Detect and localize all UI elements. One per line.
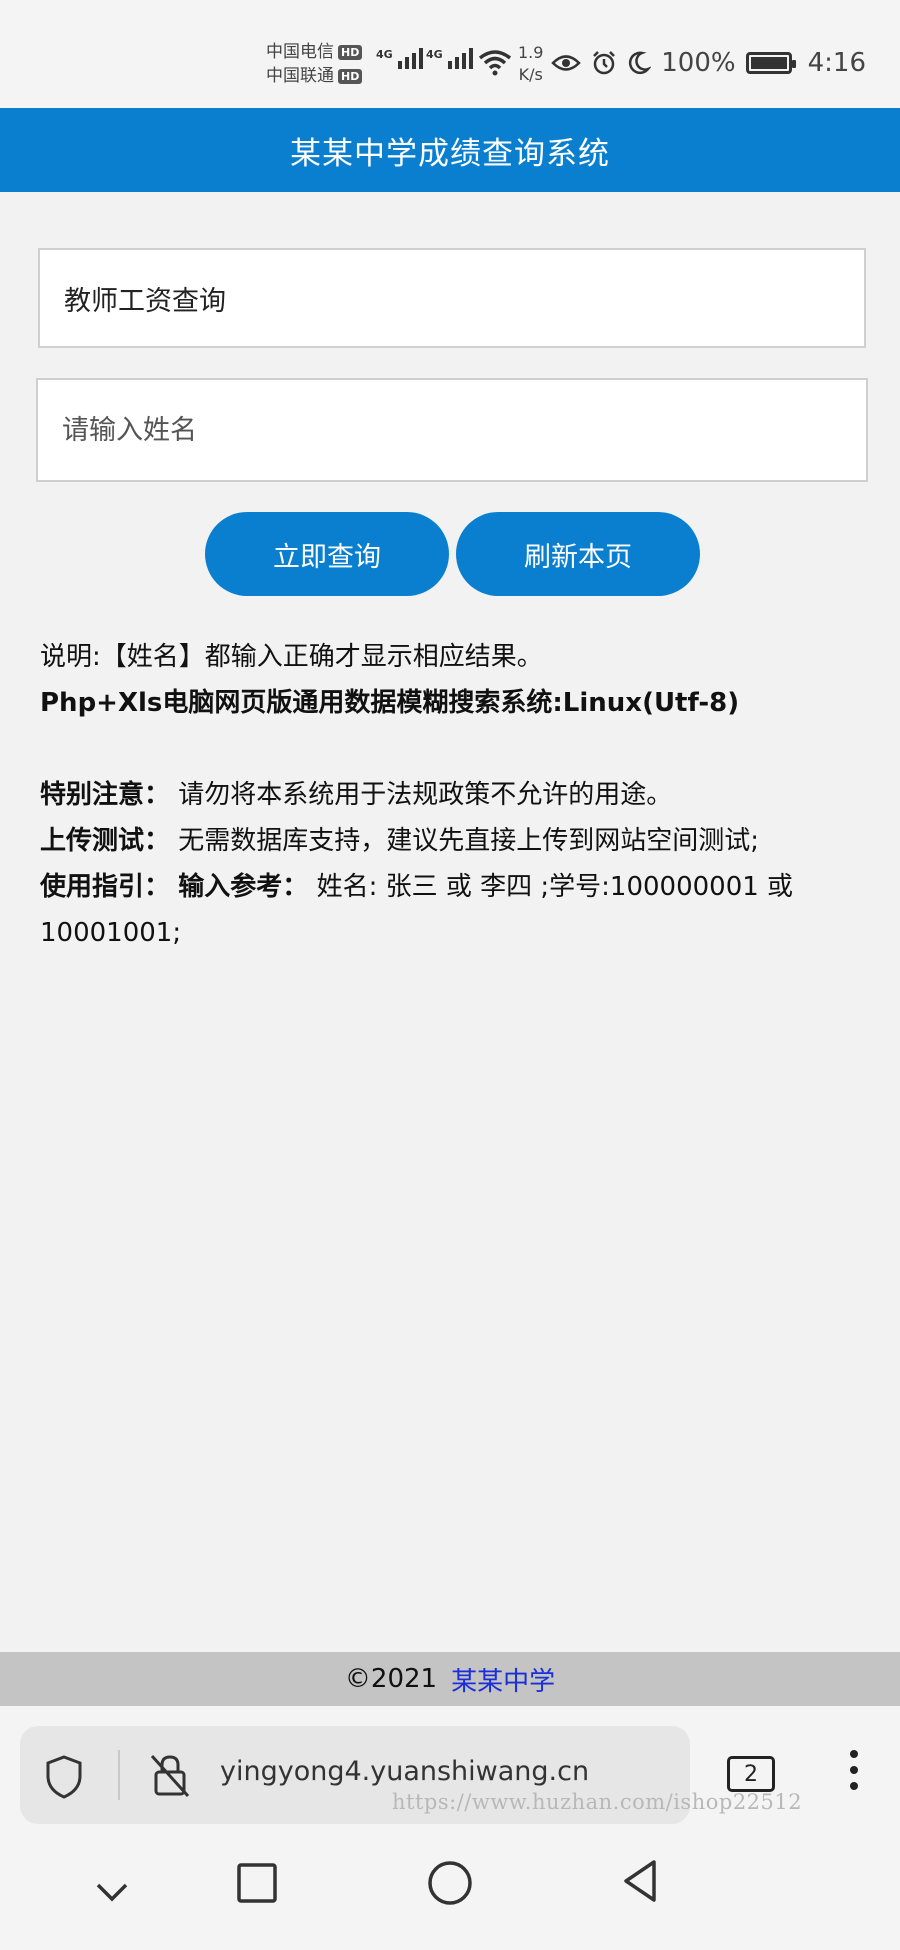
moon-icon (629, 51, 652, 75)
carrier-2: 中国联通 (266, 66, 334, 86)
network-speed: 1.9 K/s (518, 43, 544, 84)
query-button[interactable]: 立即查询 (205, 512, 449, 596)
page-title: 某某中学成绩查询系统 (290, 135, 610, 172)
url-divider (118, 1750, 120, 1800)
tab-switcher-button[interactable]: 2 (727, 1756, 775, 1792)
shield-icon[interactable] (44, 1754, 84, 1800)
signal-icon: 4G (376, 48, 423, 69)
recents-square-icon[interactable] (236, 1862, 278, 1904)
page-footer: ©2021 某某中学 (0, 1652, 900, 1706)
menu-icon[interactable] (850, 1750, 858, 1790)
eye-icon (551, 55, 582, 71)
wifi-icon (478, 50, 512, 76)
carrier-info: 中国电信 HD 中国联通 HD (266, 40, 363, 88)
browser-toolbar: yingyong4.yuanshiwang.cn 2 https://www.h… (0, 1706, 900, 1836)
hd-badge: HD (338, 68, 363, 84)
footer-link[interactable]: 某某中学 (451, 1661, 555, 1698)
home-circle-icon[interactable] (427, 1860, 473, 1906)
battery-percent: 100% (661, 48, 736, 78)
note-line: 说明:【姓名】都输入正确才显示相应结果。 (40, 642, 543, 672)
carrier-1: 中国电信 (266, 42, 334, 62)
watermark: https://www.huzhan.com/ishop22512 (392, 1790, 803, 1814)
status-bar: 中国电信 HD 中国联通 HD 4G 4G 1.9 K/s 100% 4:16 (0, 0, 900, 108)
name-input[interactable] (36, 378, 868, 482)
note-line: Php+Xls电脑网页版通用数据模糊搜索系统:Linux(Utf-8) (40, 688, 740, 718)
note-guide: 使用指引： 输入参考： 姓名: 张三 或 李四 ;学号:100000001 或 … (40, 872, 794, 948)
note-upload: 上传测试： 无需数据库支持，建议先直接上传到网站空间测试; (40, 826, 760, 856)
back-triangle-icon[interactable] (620, 1858, 660, 1904)
system-status: 100% 4:16 (551, 48, 866, 78)
hd-badge: HD (338, 44, 363, 60)
refresh-button[interactable]: 刷新本页 (456, 512, 700, 596)
query-type-select[interactable]: 教师工资查询 (38, 248, 866, 348)
unsecure-lock-icon[interactable] (148, 1752, 192, 1798)
query-type-value: 教师工资查询 (64, 285, 226, 317)
app-header: 某某中学成绩查询系统 (0, 108, 900, 192)
alarm-icon (593, 51, 616, 75)
signal-icon: 4G (426, 48, 473, 69)
battery-icon (745, 52, 796, 74)
chevron-down-icon[interactable] (94, 1880, 130, 1904)
note-notice: 特别注意： 请勿将本系统用于法规政策不允许的用途。 (40, 780, 673, 810)
system-nav-bar (0, 1836, 900, 1950)
instructions: 说明:【姓名】都输入正确才显示相应结果。 Php+Xls电脑网页版通用数据模糊搜… (40, 634, 870, 956)
url-text[interactable]: yingyong4.yuanshiwang.cn (220, 1756, 589, 1787)
clock-time: 4:16 (807, 48, 866, 78)
copyright: ©2021 (344, 1664, 438, 1694)
